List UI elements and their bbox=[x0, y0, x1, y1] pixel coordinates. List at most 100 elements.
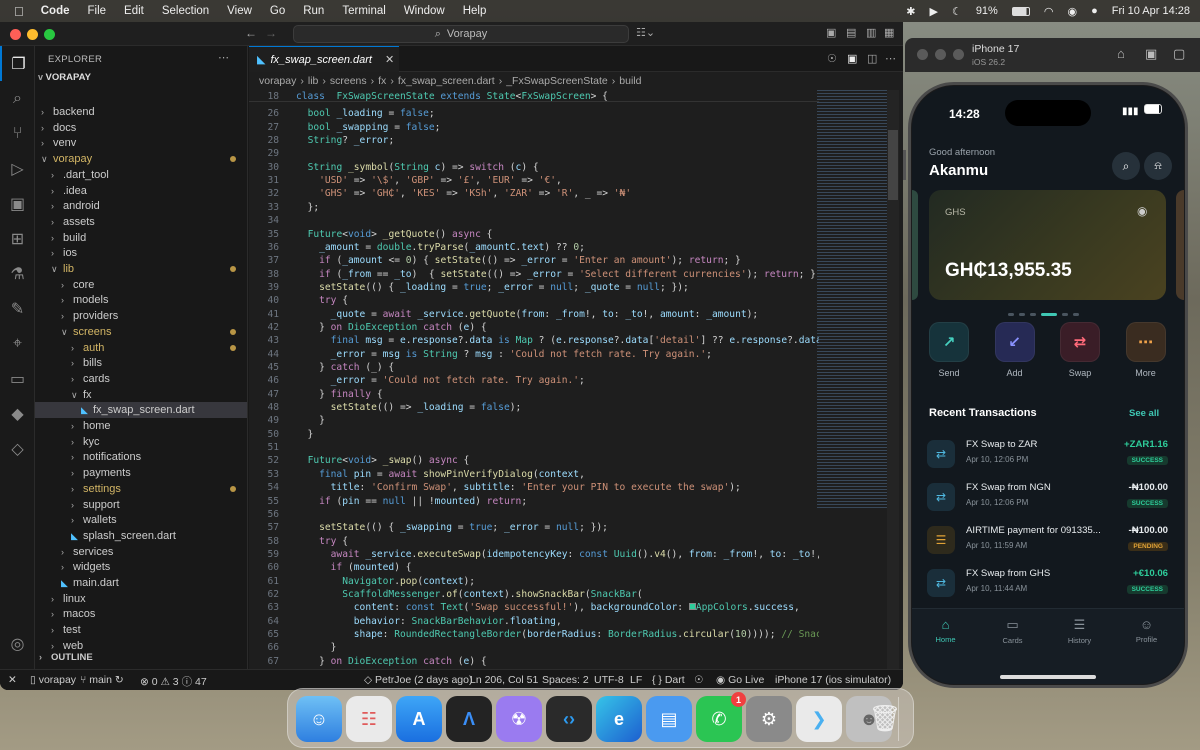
breadcrumb-item[interactable]: vorapay bbox=[259, 75, 296, 87]
home-icon[interactable]: ⌂ bbox=[1117, 46, 1125, 61]
python-icon[interactable]: ◆ bbox=[0, 396, 35, 431]
code-line[interactable]: if (pin == null || !mounted) return; bbox=[296, 495, 527, 508]
nav-profile[interactable]: ☺ Profile bbox=[1113, 617, 1180, 657]
menu-selection[interactable]: Selection bbox=[153, 5, 218, 17]
menu-app-name[interactable]: Code bbox=[32, 5, 79, 17]
menu-help[interactable]: Help bbox=[454, 5, 496, 17]
tree-item-bills[interactable]: › bills bbox=[35, 355, 247, 371]
tree-item-wallets[interactable]: › wallets bbox=[35, 512, 247, 528]
transaction-row[interactable]: ☰ AIRTIME payment for 091335... Apr 10, 11… bbox=[912, 521, 1184, 561]
layout-toggle-icon[interactable]: ▣ bbox=[826, 26, 836, 39]
breadcrumb-item[interactable]: lib bbox=[308, 75, 319, 87]
breadcrumb-item[interactable]: fx bbox=[378, 75, 386, 87]
tree-item-widgets[interactable]: › widgets bbox=[35, 559, 247, 575]
status-device[interactable]: iPhone 17 (ios simulator) bbox=[775, 674, 891, 686]
tree-item-fx[interactable]: ∨ fx bbox=[35, 387, 247, 403]
tree-item-screens[interactable]: ∨ screens bbox=[35, 324, 247, 340]
status-problems[interactable]: ⊗ 0 ⚠ 3 ⓘ 47 bbox=[140, 674, 207, 689]
tree-item-linux[interactable]: › linux bbox=[35, 591, 247, 607]
tree-item-core[interactable]: › core bbox=[35, 277, 247, 293]
copilot-icon[interactable]: ☷⌄ bbox=[636, 26, 655, 39]
menu-go[interactable]: Go bbox=[261, 5, 294, 17]
code-line[interactable]: } on DioException catch (e) { bbox=[296, 655, 487, 668]
apple-icon[interactable]:  bbox=[0, 4, 32, 19]
code-line[interactable]: _error = msg is String ? msg : 'Could no… bbox=[296, 348, 712, 361]
status-position[interactable]: Ln 206, Col 51 bbox=[470, 674, 538, 686]
breadcrumb-item[interactable]: fx_swap_screen.dart bbox=[398, 75, 495, 87]
code-line[interactable]: bool _swapping = false; bbox=[296, 121, 441, 134]
code-line[interactable]: Navigator.pop(context); bbox=[296, 575, 475, 588]
action-add-button[interactable]: ↙ bbox=[994, 322, 1035, 362]
tree-item-models[interactable]: › models bbox=[35, 292, 247, 308]
action-swap-button[interactable]: ⇄ bbox=[1060, 322, 1100, 362]
code-line[interactable]: if (mounted) { bbox=[296, 561, 412, 574]
code-line[interactable]: Future<void> _getQuote() async { bbox=[296, 228, 493, 241]
code-area[interactable]: 18 class _FxSwapScreenState extends State… bbox=[249, 90, 819, 690]
code-line[interactable]: title: 'Confirm Swap', subtitle: 'Enter … bbox=[296, 481, 741, 494]
tree-item-home[interactable]: › home bbox=[35, 418, 247, 434]
trash-icon[interactable]: 🗑 bbox=[866, 695, 904, 741]
flutter-app-icon[interactable]: ❯ bbox=[796, 696, 842, 742]
status-encoding[interactable]: UTF-8 bbox=[594, 674, 624, 686]
tree-item-fx-swap-screen-dart[interactable]: ◣ fx_swap_screen.dart bbox=[35, 402, 247, 419]
tree-item-lib[interactable]: ∨ lib bbox=[35, 261, 247, 277]
code-line[interactable]: setState(() => _loading = false); bbox=[296, 401, 522, 414]
system-settings-icon[interactable]: ⚙ bbox=[746, 696, 792, 742]
code-line[interactable]: content: const Text('Swap successful!'),… bbox=[296, 601, 800, 614]
code-line[interactable]: } catch (_) { bbox=[296, 361, 394, 374]
explorer-icon[interactable]: ❐ bbox=[0, 46, 35, 81]
status-eol[interactable]: LF bbox=[630, 674, 642, 686]
menu-window[interactable]: Window bbox=[395, 5, 454, 17]
code-line[interactable]: } finally { bbox=[296, 388, 383, 401]
launchpad-icon[interactable]: ☷ bbox=[346, 696, 392, 742]
command-center-search[interactable]: ⌕ Vorapay bbox=[293, 25, 629, 43]
breadcrumb-item[interactable]: build bbox=[619, 75, 641, 87]
status-golive[interactable]: ◉ Go Live bbox=[716, 674, 764, 686]
close-window-button[interactable] bbox=[10, 29, 21, 40]
transaction-row[interactable]: ⇄ FX Swap from GHS Apr 10, 11:44 AM +€10.06… bbox=[912, 564, 1184, 604]
battery-icon[interactable] bbox=[1011, 6, 1030, 16]
play-icon[interactable]: ▶ bbox=[929, 5, 937, 18]
source-control-icon[interactable]: ⑂ bbox=[0, 116, 35, 151]
menu-file[interactable]: File bbox=[79, 5, 116, 17]
tree-item-cards[interactable]: › cards bbox=[35, 371, 247, 387]
sim-close-button[interactable] bbox=[917, 49, 928, 60]
code-line[interactable]: final msg = e.response?.data is Map ? (e… bbox=[296, 334, 819, 347]
transaction-row[interactable]: ⇄ FX Swap from NGN Apr 10, 12:06 PM -₦100.0… bbox=[912, 478, 1184, 518]
eye-icon[interactable]: ◉ bbox=[1137, 204, 1147, 218]
remote-explorer-icon[interactable]: ▣ bbox=[0, 186, 35, 221]
forward-arrow-icon[interactable]: → bbox=[265, 26, 277, 40]
arc-browser-icon[interactable]: Λ bbox=[446, 696, 492, 742]
sidebar-toggle-icon[interactable]: ▤ bbox=[846, 26, 856, 39]
ghost-app-icon[interactable]: ☢ bbox=[496, 696, 542, 742]
battery-text[interactable]: 91% bbox=[976, 5, 998, 17]
run-debug-icon[interactable]: ▷ bbox=[0, 151, 35, 186]
code-line[interactable]: setState(() { _loading = true; _error = … bbox=[296, 281, 689, 294]
tree-item-kyc[interactable]: › kyc bbox=[35, 434, 247, 450]
devtools-icon[interactable]: ▭ bbox=[0, 361, 35, 396]
sim-minimize-button[interactable] bbox=[935, 49, 946, 60]
nav-home[interactable]: ⌂ Home bbox=[912, 617, 979, 657]
code-line[interactable]: shape: RoundedRectangleBorder(borderRadi… bbox=[296, 628, 819, 641]
pen-tool-icon[interactable]: ✎ bbox=[0, 291, 35, 326]
editor-scrollbar-thumb[interactable] bbox=[888, 130, 898, 200]
menu-edit[interactable]: Edit bbox=[115, 5, 153, 17]
code-line[interactable]: try { bbox=[296, 535, 348, 548]
split-editor-icon[interactable]: ▣ bbox=[847, 52, 857, 65]
code-line[interactable]: _error = 'Could not fetch rate. Try agai… bbox=[296, 374, 585, 387]
transaction-row[interactable]: ⇄ FX Swap to ZAR Apr 10, 12:06 PM +ZAR1.16 S… bbox=[912, 435, 1184, 475]
breadcrumb-item[interactable]: _FxSwapScreenState bbox=[506, 75, 608, 87]
copilot-chat-icon[interactable]: ☉ bbox=[827, 52, 837, 65]
code-line[interactable]: bool _loading = false; bbox=[296, 107, 435, 120]
tree-item--idea[interactable]: › .idea bbox=[35, 183, 247, 199]
tree-item--dart-tool[interactable]: › .dart_tool bbox=[35, 167, 247, 183]
code-line[interactable]: ScaffoldMessenger.of(context).showSnackB… bbox=[296, 588, 642, 601]
code-line[interactable]: _amount = double.tryParse(_amountC.text)… bbox=[296, 241, 585, 254]
extensions-icon[interactable]: ⊞ bbox=[0, 221, 35, 256]
search-view-icon[interactable]: ⌕ bbox=[0, 81, 35, 116]
tree-item-test[interactable]: › test bbox=[35, 622, 247, 638]
back-arrow-icon[interactable]: ← bbox=[245, 26, 257, 40]
flutter-icon[interactable]: ◇ bbox=[0, 431, 35, 466]
tree-item-macos[interactable]: › macos bbox=[35, 606, 247, 622]
tree-item-backend[interactable]: › backend bbox=[35, 104, 247, 120]
